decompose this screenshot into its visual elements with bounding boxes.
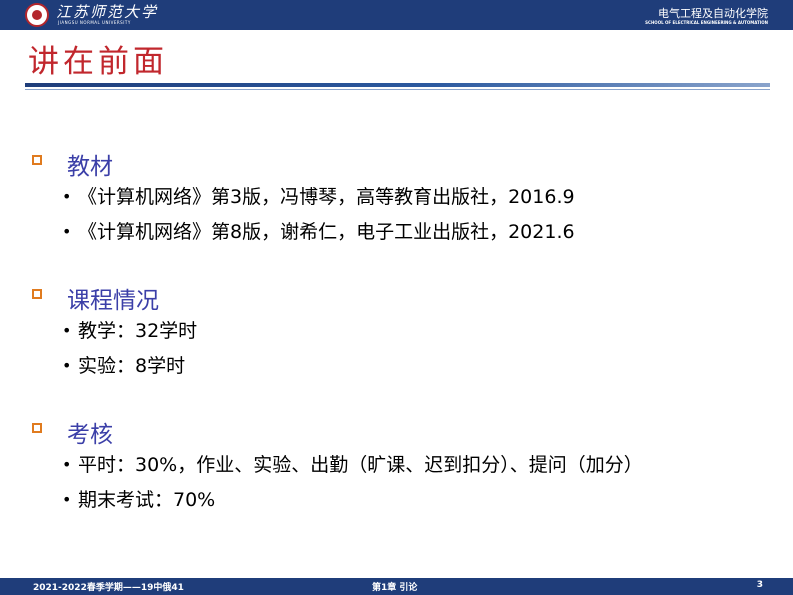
title-divider-thin xyxy=(25,89,770,90)
footer-chapter: 第1章 引论 xyxy=(372,583,418,593)
bullet-dot-icon: • xyxy=(62,222,72,241)
section-assessment: 考核 • 平时：30%，作业、实验、出勤（旷课、迟到扣分）、提问（加分） • 期… xyxy=(32,415,643,523)
bullet-dot-icon: • xyxy=(62,490,72,509)
university-name: 江苏师范大学 xyxy=(56,3,159,21)
item-text: 《计算机网络》第3版，冯博琴，高等教育出版社，2016.9 xyxy=(78,186,575,208)
bullet-dot-icon: • xyxy=(62,356,72,375)
header-bar: 江苏师范大学 JIANGSU NORMAL UNIVERSITY 电气工程及自动… xyxy=(0,0,793,30)
footer-bar: 2021-2022春季学期——19中俄41 第1章 引论 3 xyxy=(0,578,793,595)
bullet-dot-icon: • xyxy=(62,321,72,340)
university-name-en: JIANGSU NORMAL UNIVERSITY xyxy=(58,20,131,25)
list-item: • 《计算机网络》第3版，冯博琴，高等教育出版社，2016.9 xyxy=(32,182,575,220)
section-title: 课程情况 xyxy=(67,288,159,314)
section-title: 教材 xyxy=(67,154,113,180)
school-name-en: SCHOOL OF ELECTRICAL ENGINEERING & AUTOM… xyxy=(645,20,768,25)
item-list: • 教学：32学时 • 实验：8学时 xyxy=(32,316,197,389)
square-bullet-icon xyxy=(32,155,42,165)
section-course-info: 课程情况 • 教学：32学时 • 实验：8学时 xyxy=(32,281,197,389)
page-number: 3 xyxy=(756,580,763,590)
item-text: 期末考试：70% xyxy=(78,489,216,511)
section-heading: 课程情况 xyxy=(32,281,197,314)
university-seal-icon xyxy=(25,3,49,27)
section-title: 考核 xyxy=(67,422,113,448)
section-heading: 教材 xyxy=(32,147,575,180)
square-bullet-icon xyxy=(32,423,42,433)
item-list: • 平时：30%，作业、实验、出勤（旷课、迟到扣分）、提问（加分） • 期末考试… xyxy=(32,450,643,523)
list-item: • 实验：8学时 xyxy=(32,351,197,389)
square-bullet-icon xyxy=(32,289,42,299)
list-item: • 平时：30%，作业、实验、出勤（旷课、迟到扣分）、提问（加分） xyxy=(32,450,643,488)
list-item: • 教学：32学时 xyxy=(32,316,197,354)
item-text: 平时：30%，作业、实验、出勤（旷课、迟到扣分）、提问（加分） xyxy=(78,454,643,476)
title-divider xyxy=(25,83,770,87)
item-text: 教学：32学时 xyxy=(78,320,198,342)
list-item: • 《计算机网络》第8版，谢希仁，电子工业出版社，2021.6 xyxy=(32,217,575,255)
bullet-dot-icon: • xyxy=(62,455,72,474)
list-item: • 期末考试：70% xyxy=(32,485,643,523)
item-text: 实验：8学时 xyxy=(78,355,186,377)
item-list: • 《计算机网络》第3版，冯博琴，高等教育出版社，2016.9 • 《计算机网络… xyxy=(32,182,575,255)
section-textbooks: 教材 • 《计算机网络》第3版，冯博琴，高等教育出版社，2016.9 • 《计算… xyxy=(32,147,575,255)
item-text: 《计算机网络》第8版，谢希仁，电子工业出版社，2021.6 xyxy=(78,221,575,243)
bullet-dot-icon: • xyxy=(62,187,72,206)
footer-term: 2021-2022春季学期——19中俄41 xyxy=(33,583,184,593)
slide-title: 讲在前面 xyxy=(28,44,168,80)
section-heading: 考核 xyxy=(32,415,643,448)
school-name: 电气工程及自动化学院 xyxy=(658,7,768,20)
